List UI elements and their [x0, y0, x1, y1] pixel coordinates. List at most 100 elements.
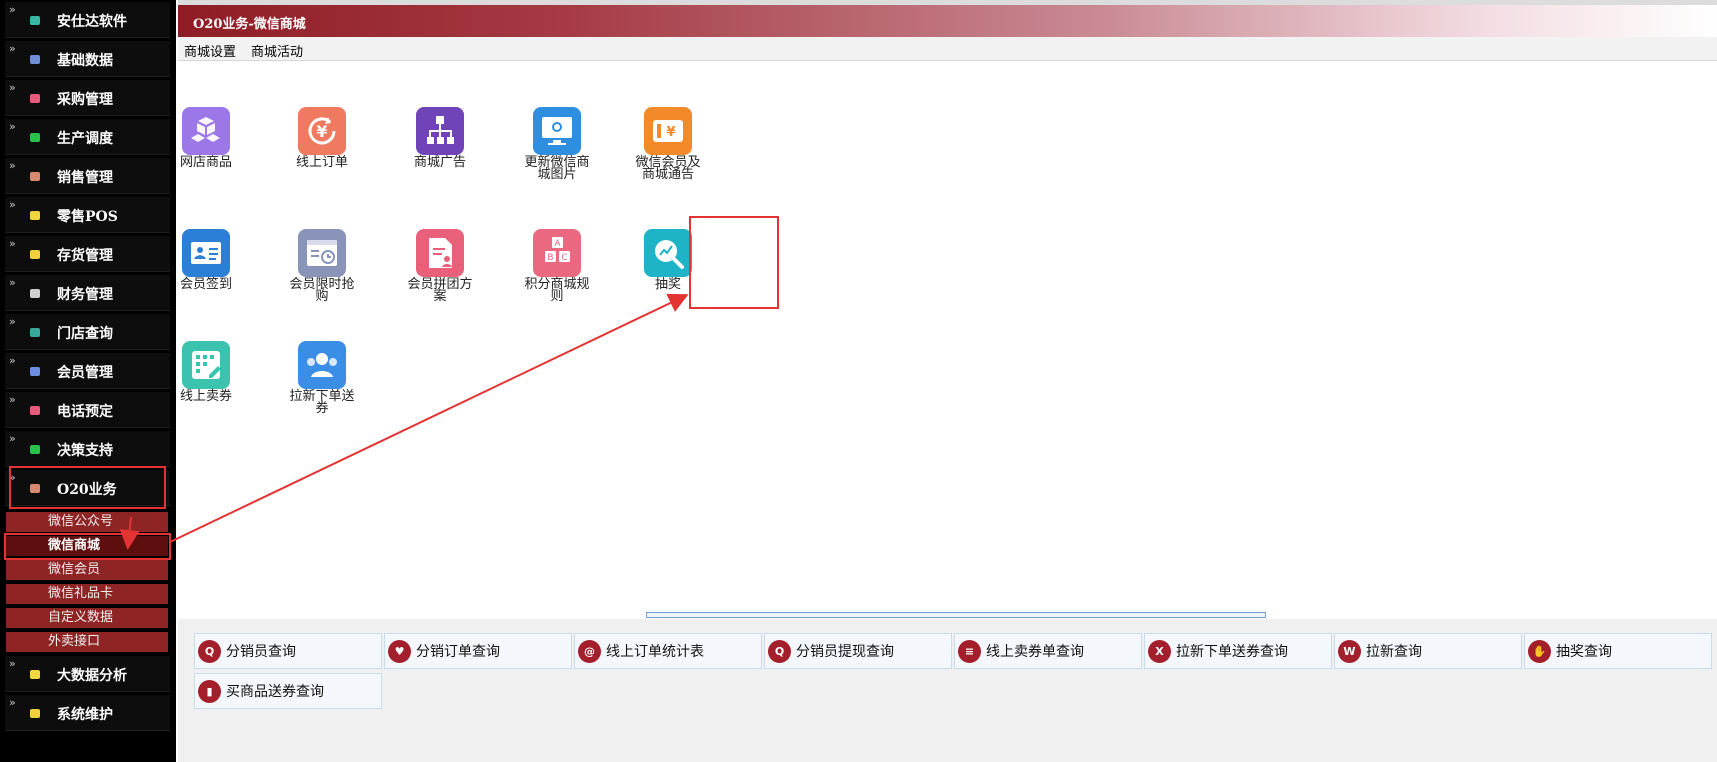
clipboard-icon: ≡ — [958, 639, 981, 663]
sidebar-subitem-4[interactable]: 自定义数据 — [6, 608, 168, 628]
quick-link-label: 拉新下单送券查询 — [1176, 644, 1288, 660]
quick-link-label: 分销员查询 — [226, 644, 296, 660]
quick-link-label: 抽奖查询 — [1556, 644, 1612, 660]
expand-arrow-icon: » — [9, 198, 16, 211]
user-group-icon — [298, 341, 346, 389]
sidebar-item-label: 电话预定 — [57, 404, 113, 420]
sidebar-item-label: 生产调度 — [57, 131, 113, 147]
brown-square-icon — [30, 172, 40, 181]
blue-square-icon — [30, 55, 40, 64]
app-monitor-gear[interactable]: 更新微信商城图片 — [497, 107, 617, 181]
expand-arrow-icon: » — [9, 696, 16, 709]
teal-square-icon — [30, 328, 40, 337]
sidebar-item-label: 门店查询 — [57, 326, 113, 342]
clock-window-icon — [298, 229, 346, 277]
sidebar-item-label: 决策支持 — [57, 443, 113, 459]
app-document-user[interactable]: 会员拼团方案 — [380, 229, 500, 303]
app-label: 微信会员及商城通告 — [635, 155, 701, 182]
quick-link-4[interactable]: ≡ 线上卖券单查询 — [954, 633, 1142, 669]
svg-text:B: B — [547, 253, 553, 263]
pink-square-icon — [30, 406, 40, 415]
expand-arrow-icon: » — [9, 3, 16, 16]
sidebar-item-14[interactable]: » 系统维护 — [5, 695, 170, 731]
brown-square-icon — [30, 484, 40, 493]
x-icon: X — [1148, 639, 1171, 663]
green-square-icon — [30, 133, 40, 142]
quick-link-label: 分销员提现查询 — [796, 644, 894, 660]
yellow-square-icon — [30, 211, 40, 220]
menu-bar: 商城设置 商城活动 — [178, 37, 1717, 61]
quick-link-2[interactable]: @ 线上订单统计表 — [574, 633, 762, 669]
app-magnifier-chart[interactable]: 抽奖 — [608, 229, 728, 291]
quick-link-label: 拉新查询 — [1366, 644, 1422, 660]
search-icon: Q — [768, 639, 791, 663]
magnifier-chart-icon — [644, 229, 692, 277]
app-label: 网店商品 — [179, 155, 232, 170]
quick-link-label: 买商品送券查询 — [226, 684, 324, 700]
sidebar-subitem-1[interactable]: 微信商城 — [6, 536, 168, 556]
svg-text:¥: ¥ — [316, 122, 327, 141]
blue-square-icon — [30, 367, 40, 376]
pink-square-icon — [30, 94, 40, 103]
sidebar-item-label: 安仕达软件 — [57, 14, 127, 30]
quick-link-6[interactable]: W 拉新查询 — [1334, 633, 1522, 669]
expand-arrow-icon: » — [9, 471, 16, 484]
menu-mall-settings[interactable]: 商城设置 — [184, 41, 236, 60]
yuan-ticket-icon: ¥ — [644, 107, 692, 155]
expand-arrow-icon: » — [9, 276, 16, 289]
app-org-chart[interactable]: 商城广告 — [380, 107, 500, 169]
sidebar-subitem-3[interactable]: 微信礼品卡 — [6, 584, 168, 604]
sidebar-item-label: 零售POS — [57, 209, 118, 225]
heart-icon: ♥ — [388, 639, 411, 663]
teal-square-icon — [30, 16, 40, 25]
expand-arrow-icon: » — [9, 237, 16, 250]
yellow-square-icon — [30, 709, 40, 718]
grid-pen-icon — [182, 341, 230, 389]
main-area: O20业务-微信商城 商城设置 商城活动 网店商品 ¥ 线上订单 商城广告 更新微信商城… — [178, 0, 1717, 762]
expand-arrow-icon: » — [9, 159, 16, 172]
quick-link-8[interactable]: ▮ 买商品送券查询 — [194, 673, 382, 709]
expand-arrow-icon: » — [9, 315, 16, 328]
app-user-group[interactable]: 拉新下单送券 — [262, 341, 382, 415]
app-cubes[interactable]: 网店商品 — [146, 107, 266, 169]
quick-link-7[interactable]: ✋ 抽奖查询 — [1524, 633, 1712, 669]
sidebar-item-label: 财务管理 — [57, 287, 113, 303]
quick-link-0[interactable]: Q 分销员查询 — [194, 633, 382, 669]
app-abc-blocks[interactable]: A B C 积分商城规则 — [497, 229, 617, 303]
yuan-refresh-icon: ¥ — [298, 107, 346, 155]
app-label: 会员签到 — [179, 277, 232, 292]
sidebar-item-1[interactable]: » 基础数据 — [5, 41, 170, 77]
app-label: 会员限时抢购 — [289, 277, 355, 304]
sidebar-item-11[interactable]: » 决策支持 — [5, 431, 170, 467]
quick-links-panel: Q 分销员查询 ♥ 分销订单查询 @ 线上订单统计表 Q 分销员提现查询 ≡ 线上卖券单查询 X 拉新… — [178, 619, 1717, 762]
sidebar-item-label: 存货管理 — [57, 248, 113, 264]
panel-splitter[interactable] — [646, 612, 1266, 618]
sidebar-item-label: 会员管理 — [57, 365, 113, 381]
sidebar-item-12[interactable]: » O20业务 — [5, 470, 170, 506]
app-grid-pen[interactable]: 线上卖券 — [146, 341, 266, 403]
sidebar-subitem-2[interactable]: 微信会员 — [6, 560, 168, 580]
app-id-card[interactable]: 会员签到 — [146, 229, 266, 291]
org-chart-icon — [416, 107, 464, 155]
yellow-square-icon — [30, 670, 40, 679]
app-label: 更新微信商城图片 — [524, 155, 590, 182]
title-bar: O20业务-微信商城 — [178, 5, 1717, 37]
quick-link-label: 线上卖券单查询 — [986, 644, 1084, 660]
menu-mall-activities[interactable]: 商城活动 — [251, 41, 303, 60]
app-clock-window[interactable]: 会员限时抢购 — [262, 229, 382, 303]
expand-arrow-icon: » — [9, 120, 16, 133]
app-yuan-ticket[interactable]: ¥ 微信会员及商城通告 — [608, 107, 728, 181]
app-yuan-refresh[interactable]: ¥ 线上订单 — [262, 107, 382, 169]
sidebar-item-13[interactable]: » 大数据分析 — [5, 656, 170, 692]
sidebar-subitem-5[interactable]: 外卖接口 — [6, 632, 168, 652]
app-label: 抽奖 — [654, 277, 681, 292]
quick-link-5[interactable]: X 拉新下单送券查询 — [1144, 633, 1332, 669]
monitor-gear-icon — [533, 107, 581, 155]
gray-square-icon — [30, 289, 40, 298]
sidebar-item-0[interactable]: » 安仕达软件 — [5, 2, 170, 38]
sidebar-subitem-0[interactable]: 微信公众号 — [6, 512, 168, 532]
quick-link-3[interactable]: Q 分销员提现查询 — [764, 633, 952, 669]
green-square-icon — [30, 445, 40, 454]
sidebar-item-5[interactable]: » 零售POS — [5, 197, 170, 233]
quick-link-1[interactable]: ♥ 分销订单查询 — [384, 633, 572, 669]
